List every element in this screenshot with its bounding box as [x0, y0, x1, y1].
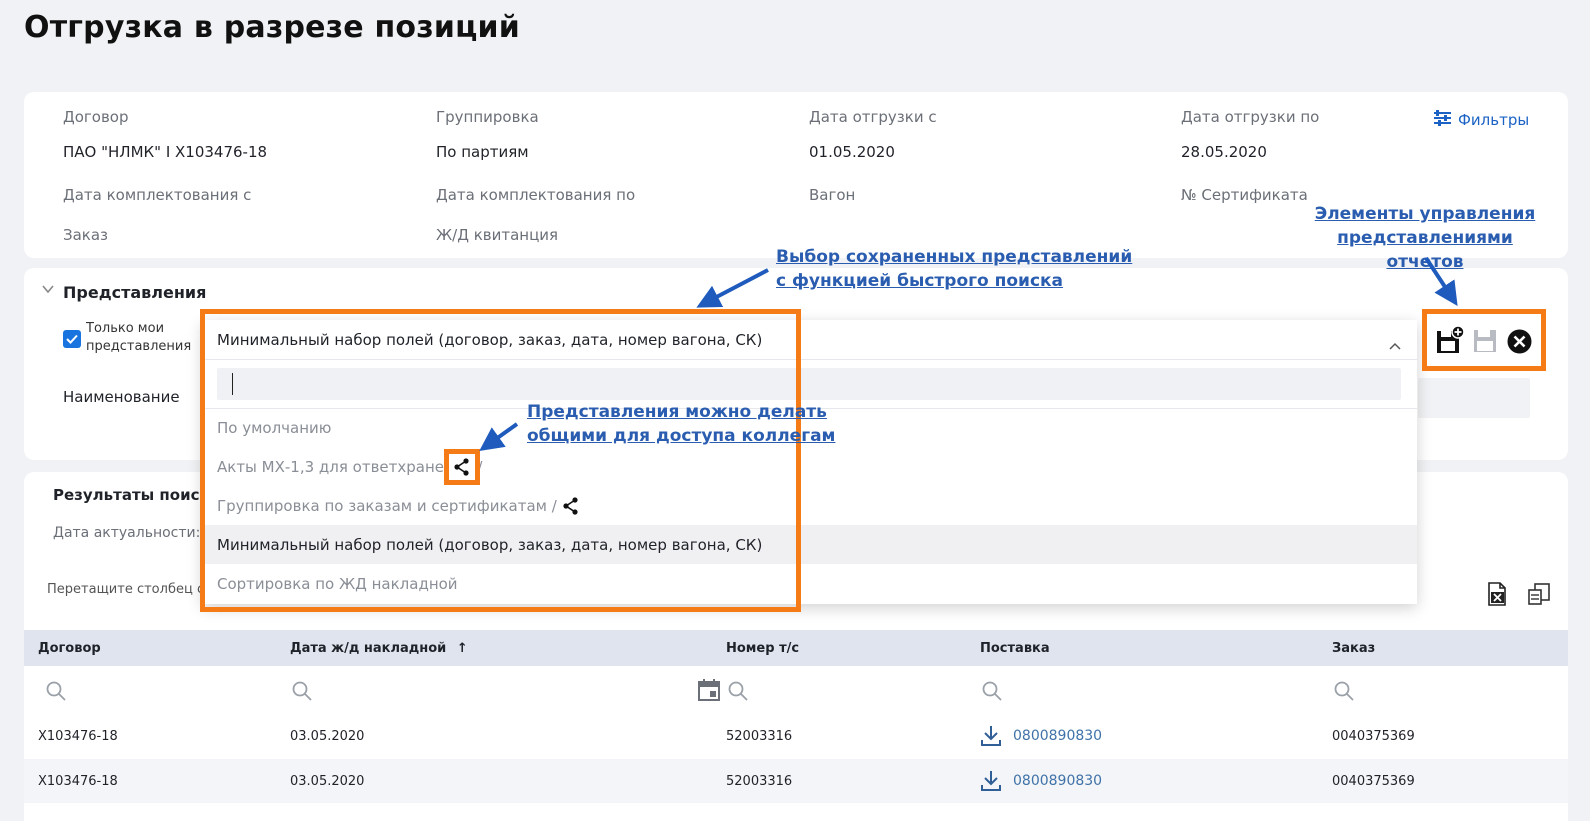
annotation-arrows	[479, 256, 1458, 451]
arrow-to-share	[479, 422, 519, 451]
arrow-to-controls	[1424, 256, 1458, 307]
arrow-to-dropdown	[696, 268, 769, 308]
